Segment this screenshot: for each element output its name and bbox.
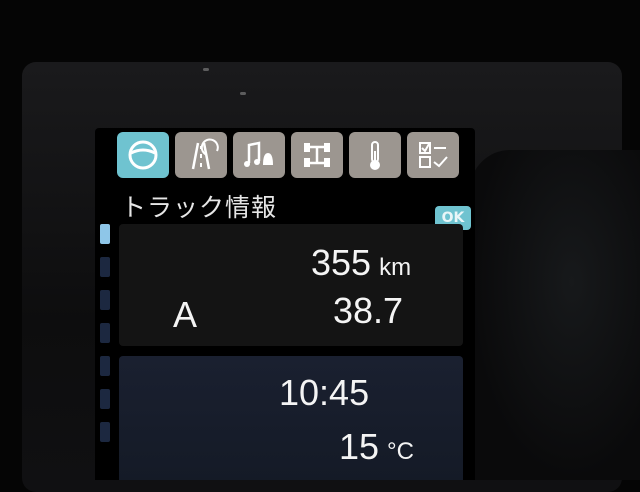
outside-temperature-value: 15 (339, 426, 380, 467)
page-indicator-dot (100, 323, 110, 343)
tab-music-bell[interactable] (233, 132, 285, 178)
clock-panel: 10:45 15 °C (119, 356, 463, 480)
checklist-icon (419, 142, 448, 168)
page-indicator (100, 224, 112, 480)
tab-temperature[interactable] (349, 132, 401, 178)
trip-value: 38.7 (333, 290, 404, 331)
trip-distance-value: 355 (311, 242, 372, 283)
lane-assist-icon (191, 138, 219, 170)
tab-drivetrain[interactable] (291, 132, 343, 178)
page-indicator-dot (100, 257, 110, 277)
tab-lane-assist[interactable] (175, 132, 227, 178)
temperature-icon (370, 141, 380, 170)
music-bell-icon (244, 141, 273, 167)
trip-label: A (173, 294, 198, 335)
page-indicator-dot (100, 356, 110, 376)
clock-time: 10:45 (279, 372, 370, 413)
page-indicator-dot (100, 422, 110, 442)
reflection (240, 92, 246, 95)
page-indicator-dot (100, 290, 110, 310)
tab-checklist[interactable] (407, 132, 459, 178)
steering-wheel-icon (128, 140, 158, 170)
outside-temperature: 15 °C (339, 426, 414, 468)
tab-bar (117, 132, 459, 178)
page-indicator-dot (100, 389, 110, 409)
dashboard-trim (470, 150, 640, 480)
reflection (203, 68, 209, 71)
trip-distance-unit: km (379, 254, 412, 281)
drivetrain-icon (304, 143, 330, 167)
page-indicator-active (100, 224, 110, 244)
screen-title: トラック情報 (121, 193, 278, 222)
trip-panel: 355 km A 38.7 (119, 224, 463, 346)
tab-steering[interactable] (117, 132, 169, 178)
trip-distance: 355 km (311, 242, 411, 284)
outside-temperature-unit: °C (387, 438, 414, 465)
info-display: トラック情報 OK 355 km A 38.7 10:45 15 °C (95, 128, 475, 480)
